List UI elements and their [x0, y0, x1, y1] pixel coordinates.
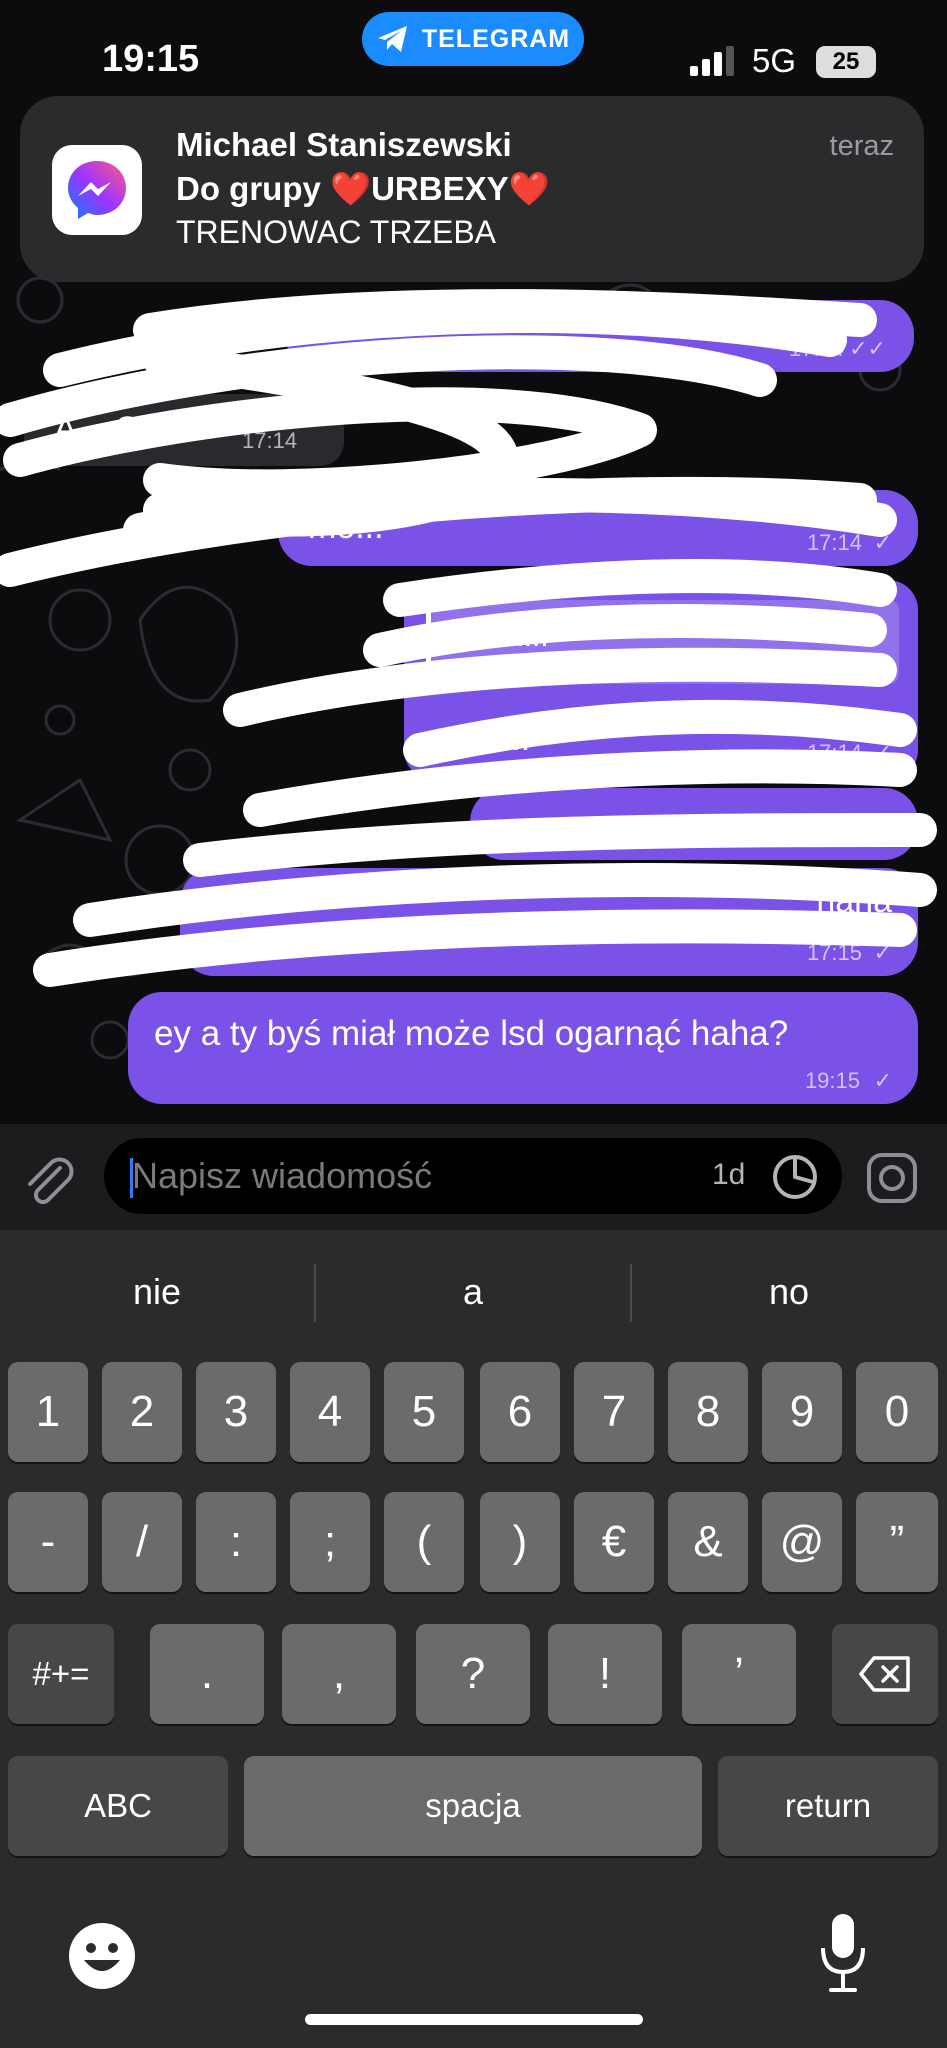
suggestion-item[interactable]: nie [0, 1262, 314, 1322]
key-3[interactable]: 3 [196, 1362, 276, 1462]
message-input[interactable] [132, 1138, 692, 1214]
key-7[interactable]: 7 [574, 1362, 654, 1462]
back-to-app-label: TELEGRAM [421, 24, 571, 53]
notification-sender: Michael Staniszewski [176, 126, 512, 163]
notification-group-line: Do grupy ❤️URBEXY❤️ [176, 170, 550, 209]
key-ampersand[interactable]: & [668, 1492, 748, 1592]
redaction-scribble [0, 289, 937, 987]
camera-icon[interactable] [866, 1152, 918, 1204]
key-hyphen[interactable]: - [8, 1492, 88, 1592]
key-8[interactable]: 8 [668, 1362, 748, 1462]
key-6[interactable]: 6 [480, 1362, 560, 1462]
key-space[interactable]: spacja [244, 1756, 702, 1856]
key-period[interactable]: . [150, 1624, 264, 1724]
notification-banner[interactable]: Michael Staniszewski Do grupy ❤️URBEXY❤️… [20, 96, 924, 282]
self-destruct-timer-label[interactable]: 1d [712, 1158, 745, 1192]
emoji-icon[interactable] [66, 1920, 138, 1992]
key-1[interactable]: 1 [8, 1362, 88, 1462]
sticker-icon[interactable] [770, 1152, 820, 1202]
battery-icon: 25 [816, 46, 876, 78]
notification-message: TRENOWAC TRZEBA [176, 214, 497, 250]
heart-emoji-icon: ❤️ [330, 170, 372, 207]
key-apostrophe[interactable]: ’ [682, 1624, 796, 1724]
notification-time: teraz [829, 130, 894, 162]
key-colon[interactable]: : [196, 1492, 276, 1592]
notification-group-prefix: Do grupy [176, 170, 321, 207]
backspace-icon [859, 1656, 910, 1692]
key-5[interactable]: 5 [384, 1362, 464, 1462]
signal-strength-icon [690, 46, 734, 76]
messenger-icon [52, 145, 142, 235]
message-text: ey a ty byś miał może lsd ogarnąć haha? [154, 1014, 789, 1053]
key-exclamation[interactable]: ! [548, 1624, 662, 1724]
key-return[interactable]: return [718, 1756, 938, 1856]
suggestion-item[interactable]: a [316, 1262, 630, 1322]
key-9[interactable]: 9 [762, 1362, 842, 1462]
notification-group-name: URBEXY [371, 170, 509, 207]
message-input-container[interactable]: 1d [104, 1138, 842, 1214]
key-at[interactable]: @ [762, 1492, 842, 1592]
keyboard: nie a no 1 2 3 4 5 6 7 8 9 0 - / : ; ( )… [0, 1230, 947, 2048]
network-type-label: 5G [752, 42, 797, 79]
key-backspace[interactable] [832, 1624, 938, 1724]
message-bubble-outgoing-latest[interactable]: ey a ty byś miał może lsd ogarnąć haha? … [128, 992, 918, 1104]
key-euro[interactable]: € [574, 1492, 654, 1592]
key-4[interactable]: 4 [290, 1362, 370, 1462]
paperclip-icon[interactable] [20, 1152, 78, 1210]
read-receipt-icon: ✓ [873, 1068, 892, 1093]
key-question[interactable]: ? [416, 1624, 530, 1724]
key-comma[interactable]: , [282, 1624, 396, 1724]
home-indicator[interactable] [305, 2014, 643, 2025]
key-slash[interactable]: / [102, 1492, 182, 1592]
message-composer: 1d [0, 1124, 947, 1230]
message-time: 19:15 [804, 1068, 860, 1093]
key-open-paren[interactable]: ( [384, 1492, 464, 1592]
key-0[interactable]: 0 [856, 1362, 938, 1462]
key-abc[interactable]: ABC [8, 1756, 228, 1856]
suggestion-item[interactable]: no [632, 1262, 946, 1322]
key-quote[interactable]: ” [856, 1492, 938, 1592]
status-bar-time: 19:15 [102, 38, 200, 80]
key-symbols-toggle[interactable]: #+= [8, 1624, 114, 1724]
key-semicolon[interactable]: ; [290, 1492, 370, 1592]
key-close-paren[interactable]: ) [480, 1492, 560, 1592]
telegram-icon [377, 26, 407, 52]
heart-emoji-icon: ❤️ [508, 170, 550, 207]
back-to-app-pill[interactable]: TELEGRAM [362, 12, 584, 66]
key-2[interactable]: 2 [102, 1362, 182, 1462]
microphone-icon[interactable] [818, 1912, 868, 1994]
battery-level-label: 25 [832, 48, 860, 75]
